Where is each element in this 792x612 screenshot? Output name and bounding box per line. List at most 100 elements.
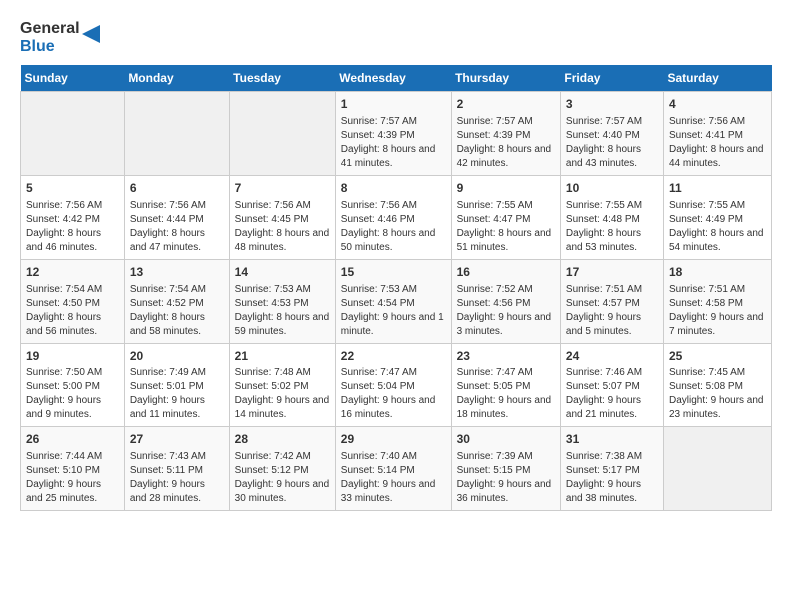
day-info: Sunrise: 7:53 AM Sunset: 4:53 PM Dayligh… <box>235 283 330 339</box>
day-cell: 21Sunrise: 7:48 AM Sunset: 5:02 PM Dayli… <box>229 343 335 427</box>
day-info: Sunrise: 7:55 AM Sunset: 4:47 PM Dayligh… <box>457 199 555 255</box>
day-number: 20 <box>130 348 224 365</box>
day-number: 16 <box>457 264 555 281</box>
day-cell: 2 Sunrise: 7:57 AM Sunset: 4:39 PM Daylig… <box>451 92 560 176</box>
day-cell: 22Sunrise: 7:47 AM Sunset: 5:04 PM Dayli… <box>335 343 451 427</box>
day-number: 10 <box>566 180 658 197</box>
day-cell: 28Sunrise: 7:42 AM Sunset: 5:12 PM Dayli… <box>229 427 335 511</box>
day-cell: 9 Sunrise: 7:55 AM Sunset: 4:47 PM Daylig… <box>451 175 560 259</box>
day-cell: 29Sunrise: 7:40 AM Sunset: 5:14 PM Dayli… <box>335 427 451 511</box>
day-info: Sunrise: 7:44 AM Sunset: 5:10 PM Dayligh… <box>26 450 119 506</box>
day-cell <box>663 427 771 511</box>
day-number: 3 <box>566 96 658 113</box>
day-info: Sunrise: 7:47 AM Sunset: 5:05 PM Dayligh… <box>457 366 555 422</box>
day-number: 2 <box>457 96 555 113</box>
day-number: 19 <box>26 348 119 365</box>
day-info: Sunrise: 7:50 AM Sunset: 5:00 PM Dayligh… <box>26 366 119 422</box>
day-number: 5 <box>26 180 119 197</box>
day-info: Sunrise: 7:56 AM Sunset: 4:42 PM Dayligh… <box>26 199 119 255</box>
day-cell: 11Sunrise: 7:55 AM Sunset: 4:49 PM Dayli… <box>663 175 771 259</box>
day-info: Sunrise: 7:53 AM Sunset: 4:54 PM Dayligh… <box>341 283 446 339</box>
day-cell: 7Sunrise: 7:56 AM Sunset: 4:45 PM Daylig… <box>229 175 335 259</box>
week-row-3: 12Sunrise: 7:54 AM Sunset: 4:50 PM Dayli… <box>21 259 772 343</box>
day-info: Sunrise: 7:48 AM Sunset: 5:02 PM Dayligh… <box>235 366 330 422</box>
day-cell: 5 Sunrise: 7:56 AM Sunset: 4:42 PM Daylig… <box>21 175 125 259</box>
day-cell: 31 Sunrise: 7:38 AM Sunset: 5:17 PM Dayli… <box>560 427 663 511</box>
day-cell: 10 Sunrise: 7:55 AM Sunset: 4:48 PM Dayli… <box>560 175 663 259</box>
day-number: 27 <box>130 431 224 448</box>
logo-blue: Blue <box>20 38 80 56</box>
day-info: Sunrise: 7:54 AM Sunset: 4:50 PM Dayligh… <box>26 283 119 339</box>
day-info: Sunrise: 7:49 AM Sunset: 5:01 PM Dayligh… <box>130 366 224 422</box>
day-cell: 15 Sunrise: 7:53 AM Sunset: 4:54 PM Dayli… <box>335 259 451 343</box>
header-friday: Friday <box>560 65 663 92</box>
week-row-4: 19Sunrise: 7:50 AM Sunset: 5:00 PM Dayli… <box>21 343 772 427</box>
calendar-header-row: SundayMondayTuesdayWednesdayThursdayFrid… <box>21 65 772 92</box>
day-info: Sunrise: 7:55 AM Sunset: 4:49 PM Dayligh… <box>669 199 766 255</box>
calendar-table: SundayMondayTuesdayWednesdayThursdayFrid… <box>20 65 772 511</box>
day-number: 30 <box>457 431 555 448</box>
day-info: Sunrise: 7:55 AM Sunset: 4:48 PM Dayligh… <box>566 199 658 255</box>
day-info: Sunrise: 7:42 AM Sunset: 5:12 PM Dayligh… <box>235 450 330 506</box>
header-saturday: Saturday <box>663 65 771 92</box>
day-cell: 12Sunrise: 7:54 AM Sunset: 4:50 PM Dayli… <box>21 259 125 343</box>
day-cell <box>21 92 125 176</box>
day-info: Sunrise: 7:43 AM Sunset: 5:11 PM Dayligh… <box>130 450 224 506</box>
day-number: 17 <box>566 264 658 281</box>
day-cell: 30 Sunrise: 7:39 AM Sunset: 5:15 PM Dayli… <box>451 427 560 511</box>
header-monday: Monday <box>124 65 229 92</box>
day-cell <box>229 92 335 176</box>
day-info: Sunrise: 7:52 AM Sunset: 4:56 PM Dayligh… <box>457 283 555 339</box>
day-number: 18 <box>669 264 766 281</box>
logo: General Blue <box>20 20 100 55</box>
day-cell: 14 Sunrise: 7:53 AM Sunset: 4:53 PM Dayli… <box>229 259 335 343</box>
day-number: 8 <box>341 180 446 197</box>
day-cell: 18Sunrise: 7:51 AM Sunset: 4:58 PM Dayli… <box>663 259 771 343</box>
day-info: Sunrise: 7:57 AM Sunset: 4:40 PM Dayligh… <box>566 115 658 171</box>
day-info: Sunrise: 7:38 AM Sunset: 5:17 PM Dayligh… <box>566 450 658 506</box>
day-info: Sunrise: 7:54 AM Sunset: 4:52 PM Dayligh… <box>130 283 224 339</box>
day-number: 26 <box>26 431 119 448</box>
day-info: Sunrise: 7:56 AM Sunset: 4:41 PM Dayligh… <box>669 115 766 171</box>
day-cell: 6Sunrise: 7:56 AM Sunset: 4:44 PM Daylig… <box>124 175 229 259</box>
day-number: 9 <box>457 180 555 197</box>
day-number: 23 <box>457 348 555 365</box>
day-cell: 16 Sunrise: 7:52 AM Sunset: 4:56 PM Dayli… <box>451 259 560 343</box>
day-info: Sunrise: 7:57 AM Sunset: 4:39 PM Dayligh… <box>341 115 446 171</box>
header-sunday: Sunday <box>21 65 125 92</box>
day-number: 22 <box>341 348 446 365</box>
day-number: 6 <box>130 180 224 197</box>
day-number: 13 <box>130 264 224 281</box>
day-number: 1 <box>341 96 446 113</box>
day-cell: 8 Sunrise: 7:56 AM Sunset: 4:46 PM Daylig… <box>335 175 451 259</box>
day-cell: 17 Sunrise: 7:51 AM Sunset: 4:57 PM Dayli… <box>560 259 663 343</box>
day-info: Sunrise: 7:51 AM Sunset: 4:57 PM Dayligh… <box>566 283 658 339</box>
day-number: 7 <box>235 180 330 197</box>
day-info: Sunrise: 7:56 AM Sunset: 4:46 PM Dayligh… <box>341 199 446 255</box>
day-number: 24 <box>566 348 658 365</box>
day-info: Sunrise: 7:45 AM Sunset: 5:08 PM Dayligh… <box>669 366 766 422</box>
logo-arrow-icon <box>82 25 100 43</box>
day-info: Sunrise: 7:57 AM Sunset: 4:39 PM Dayligh… <box>457 115 555 171</box>
day-number: 14 <box>235 264 330 281</box>
day-number: 29 <box>341 431 446 448</box>
day-cell: 26 Sunrise: 7:44 AM Sunset: 5:10 PM Dayli… <box>21 427 125 511</box>
page-header: General Blue <box>20 20 772 55</box>
day-cell: 3 Sunrise: 7:57 AM Sunset: 4:40 PM Daylig… <box>560 92 663 176</box>
day-number: 31 <box>566 431 658 448</box>
day-info: Sunrise: 7:46 AM Sunset: 5:07 PM Dayligh… <box>566 366 658 422</box>
day-cell: 4 Sunrise: 7:56 AM Sunset: 4:41 PM Daylig… <box>663 92 771 176</box>
week-row-5: 26 Sunrise: 7:44 AM Sunset: 5:10 PM Dayli… <box>21 427 772 511</box>
week-row-1: 1 Sunrise: 7:57 AM Sunset: 4:39 PM Daylig… <box>21 92 772 176</box>
day-info: Sunrise: 7:39 AM Sunset: 5:15 PM Dayligh… <box>457 450 555 506</box>
day-number: 4 <box>669 96 766 113</box>
day-number: 15 <box>341 264 446 281</box>
header-thursday: Thursday <box>451 65 560 92</box>
day-cell: 23Sunrise: 7:47 AM Sunset: 5:05 PM Dayli… <box>451 343 560 427</box>
day-cell: 25Sunrise: 7:45 AM Sunset: 5:08 PM Dayli… <box>663 343 771 427</box>
header-wednesday: Wednesday <box>335 65 451 92</box>
week-row-2: 5 Sunrise: 7:56 AM Sunset: 4:42 PM Daylig… <box>21 175 772 259</box>
day-cell: 24Sunrise: 7:46 AM Sunset: 5:07 PM Dayli… <box>560 343 663 427</box>
day-cell: 1 Sunrise: 7:57 AM Sunset: 4:39 PM Daylig… <box>335 92 451 176</box>
day-cell <box>124 92 229 176</box>
